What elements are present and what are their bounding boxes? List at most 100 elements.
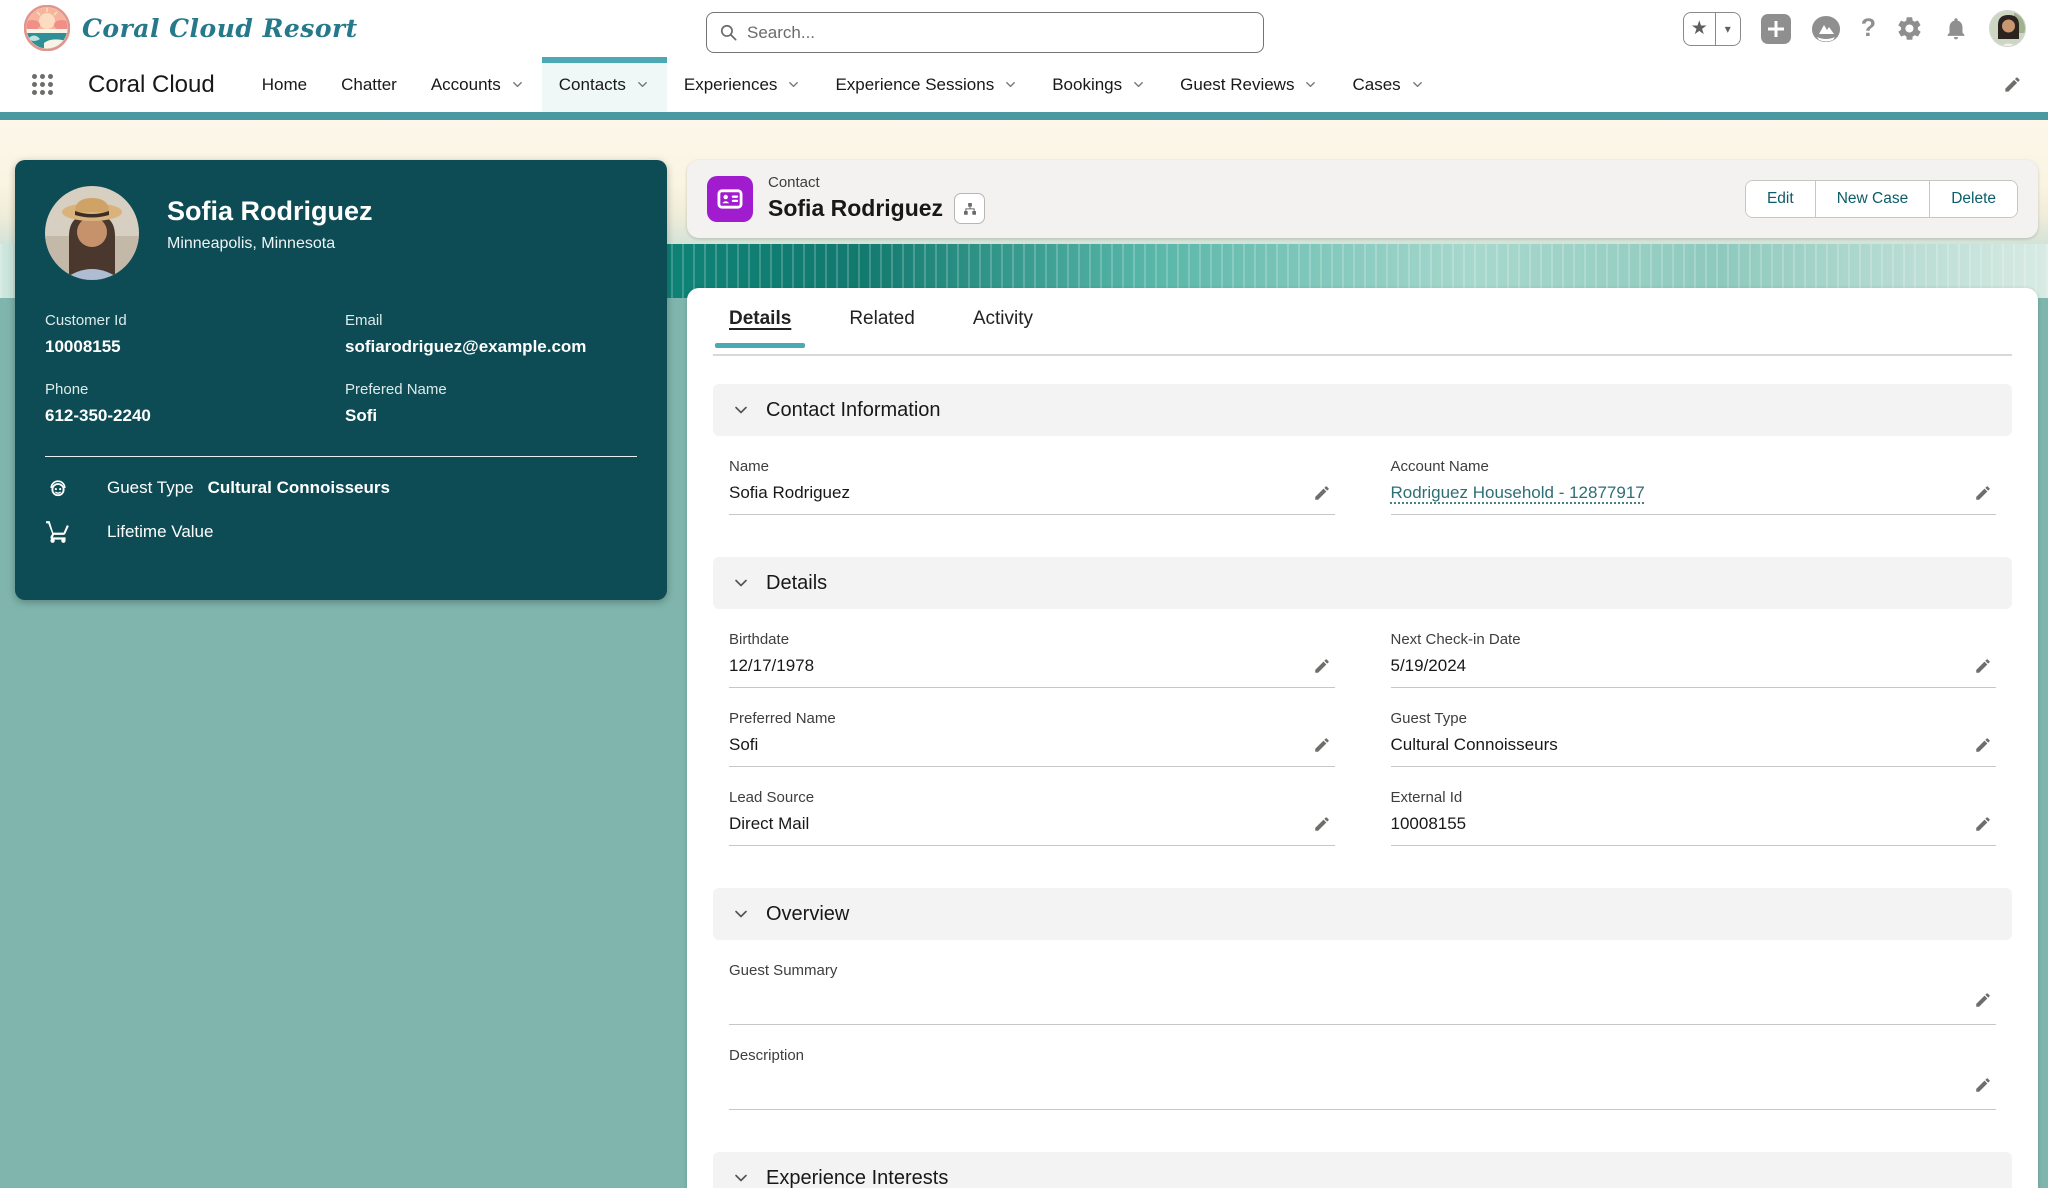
edit-guest-summary-button[interactable] [1972, 989, 1994, 1011]
section-header-contact-information[interactable]: Contact Information [713, 384, 2012, 436]
logo-image [24, 5, 70, 51]
view-hierarchy-button[interactable] [954, 193, 985, 224]
field-next-check-in-date: Next Check-in Date 5/19/2024 [1391, 631, 1997, 688]
notifications-bell-icon[interactable] [1943, 15, 1969, 42]
nav-accent-bar [0, 112, 2048, 120]
record-detail-card: Details Related Activity Contact Informati… [687, 288, 2038, 1188]
nav-tab-label: Chatter [341, 75, 397, 95]
edit-account-name-button[interactable] [1972, 482, 1994, 504]
field-lead-source: Lead Source Direct Mail [729, 789, 1335, 846]
chevron-down-icon [731, 1168, 751, 1188]
app-launcher-icon[interactable] [32, 74, 54, 96]
edit-next-check-in-date-button[interactable] [1972, 655, 1994, 677]
nav-tab-experience-sessions[interactable]: Experience Sessions [818, 57, 1035, 112]
logo-text: Coral Cloud Resort [82, 14, 358, 43]
tab-details[interactable]: Details [729, 308, 791, 346]
chevron-down-icon [1410, 77, 1425, 92]
tab-activity[interactable]: Activity [973, 308, 1033, 346]
highlight-badge-lifetime-value: Lifetime Value [45, 519, 637, 545]
guest-type-icon [45, 475, 71, 501]
highlight-field-value: Sofi [345, 406, 637, 426]
record-tab-bar: Details Related Activity [713, 308, 2012, 356]
nav-tab-contacts[interactable]: Contacts [542, 57, 667, 112]
setup-gear-icon[interactable] [1896, 15, 1923, 42]
section-header-overview[interactable]: Overview [713, 888, 2012, 940]
badge-label: Lifetime Value [107, 522, 213, 542]
nav-tab-chatter[interactable]: Chatter [324, 57, 414, 112]
app-name: Coral Cloud [88, 71, 215, 99]
highlight-field-prefered-name: Prefered Name Sofi [345, 381, 637, 426]
nav-tab-label: Guest Reviews [1180, 75, 1294, 95]
highlight-field-label: Phone [45, 381, 345, 398]
pencil-icon [1974, 484, 1992, 502]
field-value: 12/17/1978 [729, 656, 1311, 676]
field-birthdate: Birthdate 12/17/1978 [729, 631, 1335, 688]
nav-tab-label: Cases [1352, 75, 1400, 95]
nav-tab-label: Experiences [684, 75, 778, 95]
chevron-down-icon [1003, 77, 1018, 92]
edit-button[interactable]: Edit [1746, 181, 1815, 217]
field-label: Next Check-in Date [1391, 631, 1997, 648]
field-label: Name [729, 458, 1335, 475]
new-case-button[interactable]: New Case [1815, 181, 1930, 217]
record-header-card: Contact Sofia Rodriguez EditNew CaseDele… [687, 160, 2038, 238]
chevron-down-icon [786, 77, 801, 92]
field-value: Direct Mail [729, 814, 1311, 834]
badge-label: Guest Type [107, 478, 194, 498]
chevron-down-icon [1131, 77, 1146, 92]
global-search[interactable] [706, 12, 1264, 53]
highlight-field-email: Email sofiarodriguez@example.com [345, 312, 637, 357]
cart-icon [45, 519, 71, 545]
field-label: Lead Source [729, 789, 1335, 806]
edit-nav-pencil-icon[interactable] [2003, 75, 2022, 94]
edit-preferred-name-button[interactable] [1311, 734, 1333, 756]
chevron-down-icon [510, 77, 525, 92]
highlight-badge-guest-type: Guest Type Cultural Connoisseurs [45, 475, 637, 501]
nav-tab-bookings[interactable]: Bookings [1035, 57, 1163, 112]
record-entity-label: Contact [768, 174, 985, 191]
field-value[interactable]: Rodriguez Household - 12877917 [1391, 483, 1645, 503]
edit-name-button[interactable] [1311, 482, 1333, 504]
help-icon[interactable]: ? [1861, 14, 1876, 43]
pencil-icon [1974, 736, 1992, 754]
quick-create-button[interactable] [1761, 14, 1791, 44]
field-guest-summary: Guest Summary [729, 962, 1996, 1025]
contact-object-icon [707, 176, 753, 222]
favorites-caret-icon[interactable]: ▾ [1716, 13, 1740, 45]
section-header-details[interactable]: Details [713, 557, 2012, 609]
edit-external-id-button[interactable] [1972, 813, 1994, 835]
field-value: 5/19/2024 [1391, 656, 1973, 676]
nav-tab-label: Home [262, 75, 307, 95]
search-input[interactable] [747, 23, 1251, 43]
tab-related[interactable]: Related [849, 308, 915, 346]
field-label: Description [729, 1047, 1996, 1064]
contact-name: Sofia Rodriguez [167, 196, 373, 227]
chevron-down-icon [1303, 77, 1318, 92]
highlight-field-label: Customer Id [45, 312, 345, 329]
star-icon[interactable]: ★ [1684, 13, 1716, 45]
delete-button[interactable]: Delete [1929, 181, 2017, 217]
edit-birthdate-button[interactable] [1311, 655, 1333, 677]
nav-tab-experiences[interactable]: Experiences [667, 57, 819, 112]
nav-tab-accounts[interactable]: Accounts [414, 57, 542, 112]
user-avatar[interactable] [1989, 10, 2026, 47]
edit-description-button[interactable] [1972, 1074, 1994, 1096]
highlight-field-value: 10008155 [45, 337, 345, 357]
record-title: Sofia Rodriguez [768, 195, 943, 222]
header-icon-cluster: ★ ▾ ? [1683, 0, 2026, 57]
nav-tab-cases[interactable]: Cases [1335, 57, 1441, 112]
highlight-field-value: sofiarodriguez@example.com [345, 337, 637, 357]
edit-guest-type-button[interactable] [1972, 734, 1994, 756]
section-header-experience-interests[interactable]: Experience Interests [713, 1152, 2012, 1188]
trailhead-icon[interactable] [1811, 15, 1841, 43]
field-label: Account Name [1391, 458, 1997, 475]
highlight-field-value: 612-350-2240 [45, 406, 345, 426]
nav-tab-home[interactable]: Home [245, 57, 324, 112]
edit-lead-source-button[interactable] [1311, 813, 1333, 835]
chevron-down-icon [731, 573, 751, 593]
contact-location: Minneapolis, Minnesota [167, 235, 373, 253]
nav-tabs: Home Chatter Accounts Contacts Experienc… [245, 57, 2003, 112]
nav-tab-guest-reviews[interactable]: Guest Reviews [1163, 57, 1335, 112]
hierarchy-icon [962, 201, 978, 217]
favorites-button[interactable]: ★ ▾ [1683, 12, 1741, 46]
